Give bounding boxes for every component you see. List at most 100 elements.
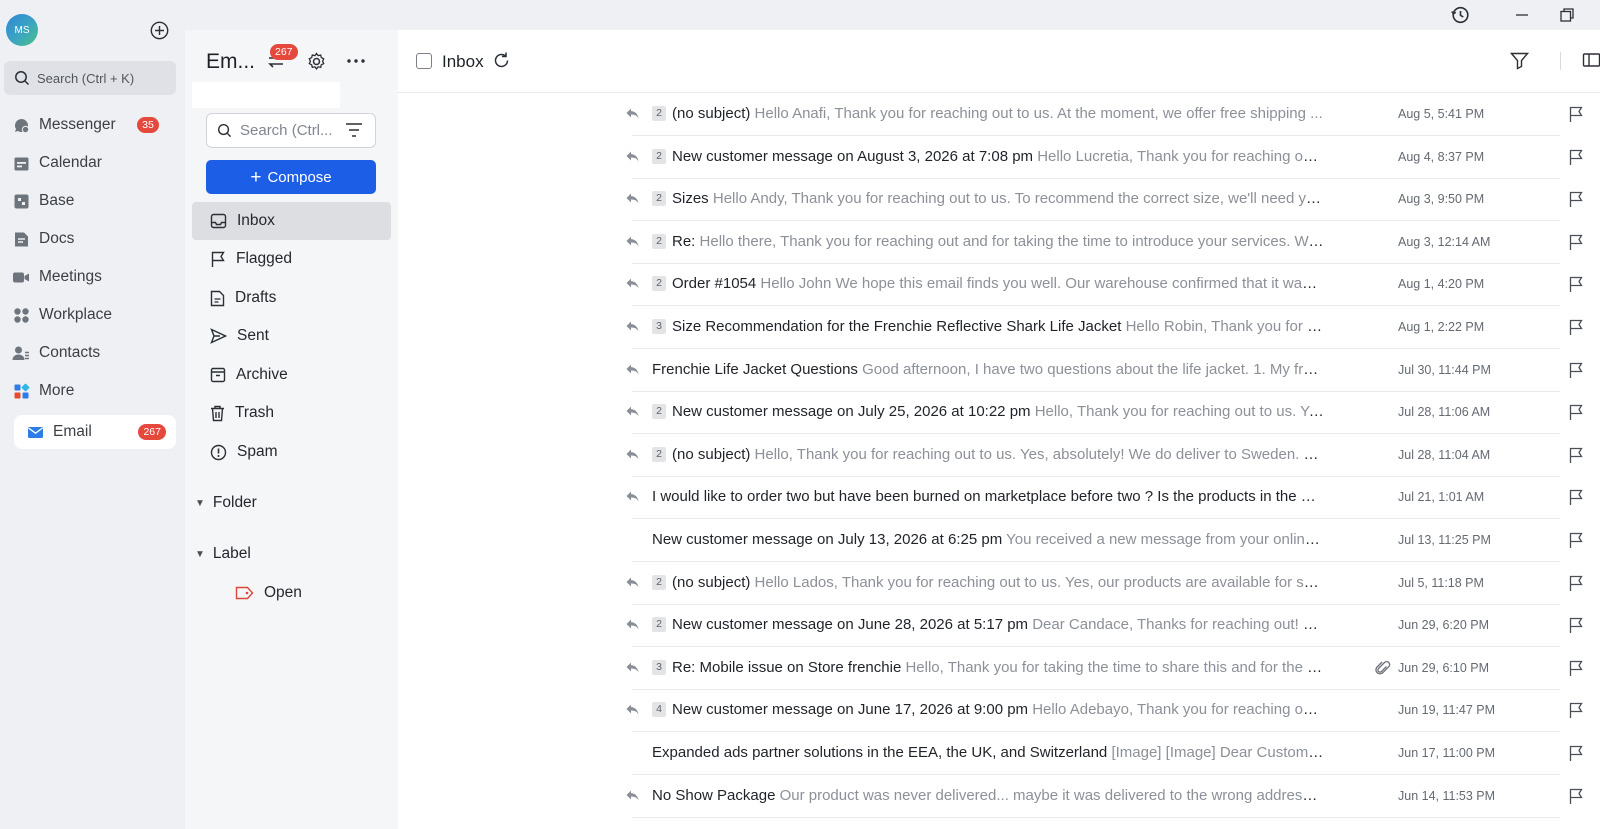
nav-item-label: Messenger (39, 116, 116, 133)
minimize-icon[interactable] (1510, 4, 1534, 26)
nav-item-more[interactable]: More (10, 374, 175, 408)
flag-icon[interactable] (1568, 276, 1584, 298)
flag-icon[interactable] (1568, 362, 1584, 384)
thread-count: 3 (652, 659, 666, 675)
replied-icon (625, 107, 641, 121)
global-search[interactable]: Search (Ctrl + K) (4, 61, 176, 95)
flag-icon[interactable] (1568, 702, 1584, 724)
mail-row[interactable]: 3 Size Recommendation for the Frenchie Re… (398, 307, 1600, 349)
flag-icon[interactable] (1568, 660, 1584, 682)
mail-summary: Expanded ads partner solutions in the EE… (652, 744, 1324, 764)
refresh-icon[interactable] (492, 51, 511, 75)
folder-trash[interactable]: Trash (192, 394, 391, 432)
mail-row[interactable]: 2 New customer message on June 28, 2026 a… (398, 605, 1600, 648)
mail-date: Jun 29, 6:10 PM (1398, 660, 1490, 675)
mail-row[interactable]: Expanded ads partner solutions in the EE… (398, 733, 1600, 775)
avatar[interactable]: MS (6, 14, 38, 46)
nav-item-email[interactable]: Email 267 (14, 415, 176, 449)
archive-icon (210, 367, 226, 383)
flag-icon[interactable] (1568, 106, 1584, 128)
folder-inbox[interactable]: Inbox (192, 202, 391, 240)
mail-preview: Hello Lucretia, Thank you for reaching o… (1037, 147, 1324, 165)
flag-icon[interactable] (1568, 788, 1584, 810)
history-icon[interactable] (1448, 4, 1472, 26)
mail-row[interactable]: 2 (no subject) Hello, Thank you for reach… (398, 435, 1600, 477)
sender-name (432, 447, 612, 463)
flag-icon[interactable] (1568, 191, 1584, 213)
mail-preview: Hello Robin, Thank you for reac... (1125, 318, 1324, 335)
flag-icon[interactable] (1568, 149, 1584, 171)
folder-spam[interactable]: Spam (192, 433, 391, 471)
mail-preview: Hello there, Thank you for reaching out … (699, 232, 1324, 250)
mail-search-input[interactable]: Search (Ctrl... (206, 113, 376, 148)
replied-icon (625, 192, 641, 206)
reading-pane-icon[interactable] (1582, 51, 1600, 74)
flag-icon[interactable] (1568, 404, 1584, 426)
label-section-toggle[interactable]: ▼ Label (195, 545, 251, 563)
mail-summary: 2 New customer message on June 28, 2026 a… (652, 616, 1324, 636)
folder-sent[interactable]: Sent (192, 317, 391, 355)
nav-item-docs[interactable]: Docs (10, 222, 175, 256)
restore-icon[interactable] (1555, 4, 1579, 26)
flag-icon[interactable] (1568, 319, 1584, 341)
nav-item-contacts[interactable]: Contacts (10, 336, 175, 370)
mail-row[interactable]: 4 New customer message on June 17, 2026 a… (398, 690, 1600, 733)
mail-row[interactable]: 2 New customer message on July 25, 2026 a… (398, 392, 1600, 435)
filter-icon[interactable] (1509, 51, 1530, 75)
mail-row[interactable]: New customer message on July 13, 2026 at… (398, 520, 1600, 562)
folder-label: Trash (235, 404, 275, 421)
mail-row[interactable]: 2 (no subject) Hello Lados, Thank you for… (398, 563, 1600, 605)
mail-row[interactable]: 2 Order #1054 Hello John We hope this ema… (398, 264, 1600, 307)
flag-icon[interactable] (1568, 234, 1584, 256)
label-name: Open (264, 584, 302, 601)
sender-name (432, 319, 612, 335)
mail-row[interactable]: 2 Sizes Hello Andy, Thank you for reachin… (398, 179, 1600, 222)
thread-count: 2 (652, 276, 666, 292)
mail-row[interactable]: Frenchie Life Jacket Questions Good afte… (398, 350, 1600, 392)
compose-button[interactable]: + Compose (206, 160, 376, 194)
account-address (192, 82, 340, 108)
nav-item-messenger[interactable]: Messenger 35 (10, 108, 175, 142)
folder-flagged[interactable]: Flagged (192, 240, 391, 278)
more-icon[interactable] (345, 50, 367, 72)
mail-summary: 2 New customer message on July 25, 2026 a… (652, 403, 1324, 423)
base-icon (12, 192, 30, 210)
mail-row[interactable]: 2 Re: Hello there, Thank you for reaching… (398, 222, 1600, 264)
flag-icon[interactable] (1568, 532, 1584, 554)
flag-icon[interactable] (1568, 745, 1584, 767)
mail-subject: Re: Mobile issue on Store frenchie (672, 658, 902, 676)
nav-item-meetings[interactable]: Meetings (10, 260, 175, 294)
label-open[interactable]: Open (217, 574, 389, 612)
nav-item-base[interactable]: Base (10, 184, 175, 218)
flag-icon[interactable] (1568, 489, 1584, 511)
section-label: Label (212, 545, 251, 562)
mail-summary: No Show Package Our product was never de… (652, 787, 1324, 807)
nav-item-workplace[interactable]: Workplace (10, 298, 175, 332)
window-titlebar (185, 0, 1600, 30)
flag-icon[interactable] (1568, 447, 1584, 469)
folder-label: Inbox (237, 212, 275, 229)
docs-icon (12, 230, 30, 248)
gear-icon[interactable] (305, 50, 327, 72)
search-icon (15, 71, 30, 86)
mail-row[interactable]: 2 New customer message on August 3, 2026 … (398, 137, 1600, 179)
mail-preview: Hello Adebayo, Thank you for reaching ou… (1032, 701, 1324, 719)
folder-section-toggle[interactable]: ▼ Folder (195, 494, 257, 512)
mail-row[interactable]: I would like to order two but have been … (398, 477, 1600, 520)
nav-item-calendar[interactable]: Calendar (10, 146, 175, 180)
flag-icon[interactable] (1568, 575, 1584, 597)
nav-item-label: Email (53, 423, 92, 440)
sender-name (432, 788, 612, 804)
folder-archive[interactable]: Archive (192, 356, 391, 394)
select-all-checkbox[interactable] (416, 53, 432, 69)
folder-drafts[interactable]: Drafts (192, 279, 391, 317)
mail-preview: Hello, Thank you for taking the time to … (905, 658, 1324, 676)
flag-icon[interactable] (1568, 617, 1584, 639)
filter-icon[interactable] (345, 122, 363, 138)
mail-row[interactable]: 3 Re: Mobile issue on Store frenchie Hell… (398, 648, 1600, 690)
mail-row[interactable]: 2 (no subject) Hello Anafi, Thank you for… (398, 94, 1600, 136)
add-icon[interactable] (150, 21, 169, 40)
mail-row[interactable]: No Show Package Our product was never de… (398, 776, 1600, 818)
mail-summary: 4 New customer message on June 17, 2026 a… (652, 701, 1324, 721)
mail-summary: Frenchie Life Jacket Questions Good afte… (652, 361, 1324, 381)
